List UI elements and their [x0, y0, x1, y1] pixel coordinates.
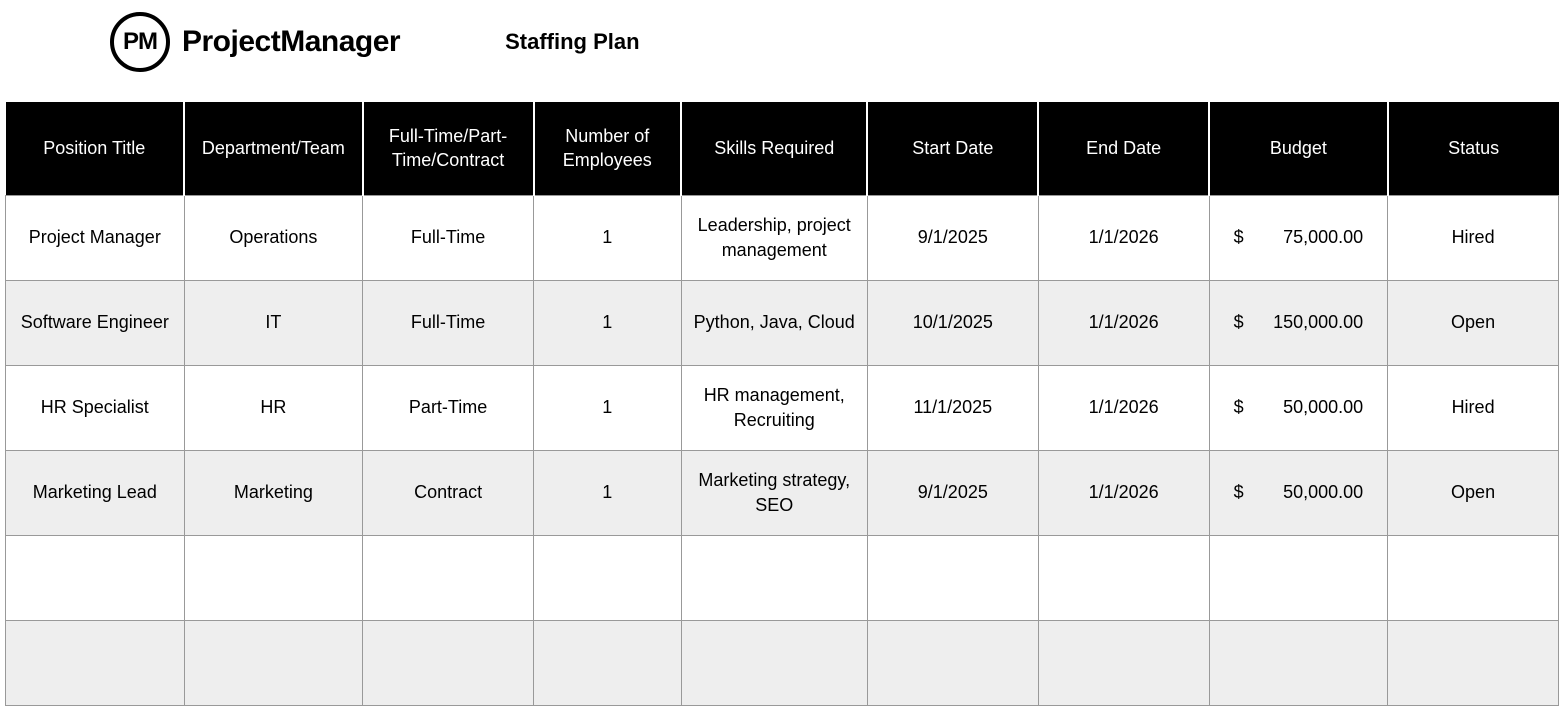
cell-budget: $75,000.00 — [1209, 195, 1388, 280]
cell-budget — [1209, 535, 1388, 620]
cell-end-date: 1/1/2026 — [1038, 365, 1209, 450]
table-row — [6, 535, 1559, 620]
cell-department: Marketing — [184, 450, 363, 535]
cell-num-employees: 1 — [534, 450, 682, 535]
budget-amount: 75,000.00 — [1283, 225, 1363, 249]
cell-employment-type: Full-Time — [363, 195, 534, 280]
cell-end-date — [1038, 620, 1209, 705]
cell-status: Open — [1388, 450, 1559, 535]
cell-position: HR Specialist — [6, 365, 185, 450]
table-row — [6, 620, 1559, 705]
cell-skills: Marketing strategy, SEO — [681, 450, 867, 535]
cell-employment-type: Contract — [363, 450, 534, 535]
header-position: Position Title — [6, 102, 185, 195]
document-title: Staffing Plan — [505, 29, 639, 55]
cell-position: Marketing Lead — [6, 450, 185, 535]
cell-status: Hired — [1388, 195, 1559, 280]
cell-start-date: 9/1/2025 — [867, 195, 1038, 280]
cell-start-date: 10/1/2025 — [867, 280, 1038, 365]
cell-department: Operations — [184, 195, 363, 280]
header-start-date: Start Date — [867, 102, 1038, 195]
staffing-table-container: Position Title Department/Team Full-Time… — [0, 102, 1564, 706]
cell-position — [6, 620, 185, 705]
cell-skills: HR management, Recruiting — [681, 365, 867, 450]
cell-employment-type — [363, 535, 534, 620]
budget-amount: 50,000.00 — [1283, 395, 1363, 419]
budget-currency: $ — [1234, 480, 1244, 504]
brand-logo: PM ProjectManager — [110, 12, 400, 72]
cell-status: Hired — [1388, 365, 1559, 450]
cell-end-date: 1/1/2026 — [1038, 280, 1209, 365]
header-department: Department/Team — [184, 102, 363, 195]
cell-start-date: 9/1/2025 — [867, 450, 1038, 535]
cell-skills — [681, 620, 867, 705]
logo-mark-icon: PM — [110, 12, 170, 72]
cell-start-date — [867, 620, 1038, 705]
header-skills: Skills Required — [681, 102, 867, 195]
cell-department: HR — [184, 365, 363, 450]
cell-position — [6, 535, 185, 620]
header-employment-type: Full-Time/Part-Time/Contract — [363, 102, 534, 195]
cell-department — [184, 535, 363, 620]
cell-budget: $50,000.00 — [1209, 365, 1388, 450]
cell-employment-type: Full-Time — [363, 280, 534, 365]
cell-skills — [681, 535, 867, 620]
cell-num-employees: 1 — [534, 365, 682, 450]
cell-employment-type: Part-Time — [363, 365, 534, 450]
budget-amount: 150,000.00 — [1273, 310, 1363, 334]
cell-num-employees — [534, 620, 682, 705]
header-num-employees: Number of Employees — [534, 102, 682, 195]
table-row: Project ManagerOperationsFull-Time1Leade… — [6, 195, 1559, 280]
cell-budget: $150,000.00 — [1209, 280, 1388, 365]
table-row: HR SpecialistHRPart-Time1HR management, … — [6, 365, 1559, 450]
cell-status — [1388, 620, 1559, 705]
cell-status: Open — [1388, 280, 1559, 365]
cell-num-employees: 1 — [534, 280, 682, 365]
budget-currency: $ — [1234, 395, 1244, 419]
cell-num-employees — [534, 535, 682, 620]
cell-end-date: 1/1/2026 — [1038, 450, 1209, 535]
cell-department: IT — [184, 280, 363, 365]
header-status: Status — [1388, 102, 1559, 195]
document-header: PM ProjectManager Staffing Plan — [0, 0, 1564, 102]
cell-position: Project Manager — [6, 195, 185, 280]
budget-currency: $ — [1234, 310, 1244, 334]
cell-position: Software Engineer — [6, 280, 185, 365]
cell-num-employees: 1 — [534, 195, 682, 280]
cell-skills: Python, Java, Cloud — [681, 280, 867, 365]
table-header-row: Position Title Department/Team Full-Time… — [6, 102, 1559, 195]
cell-department — [184, 620, 363, 705]
budget-amount: 50,000.00 — [1283, 480, 1363, 504]
brand-name: ProjectManager — [182, 25, 400, 59]
table-row: Software EngineerITFull-Time1Python, Jav… — [6, 280, 1559, 365]
cell-start-date: 11/1/2025 — [867, 365, 1038, 450]
cell-employment-type — [363, 620, 534, 705]
cell-start-date — [867, 535, 1038, 620]
header-budget: Budget — [1209, 102, 1388, 195]
header-end-date: End Date — [1038, 102, 1209, 195]
staffing-table: Position Title Department/Team Full-Time… — [5, 102, 1559, 706]
cell-budget: $50,000.00 — [1209, 450, 1388, 535]
cell-skills: Leadership, project management — [681, 195, 867, 280]
table-row: Marketing LeadMarketingContract1Marketin… — [6, 450, 1559, 535]
cell-end-date: 1/1/2026 — [1038, 195, 1209, 280]
budget-currency: $ — [1234, 225, 1244, 249]
cell-end-date — [1038, 535, 1209, 620]
cell-status — [1388, 535, 1559, 620]
cell-budget — [1209, 620, 1388, 705]
